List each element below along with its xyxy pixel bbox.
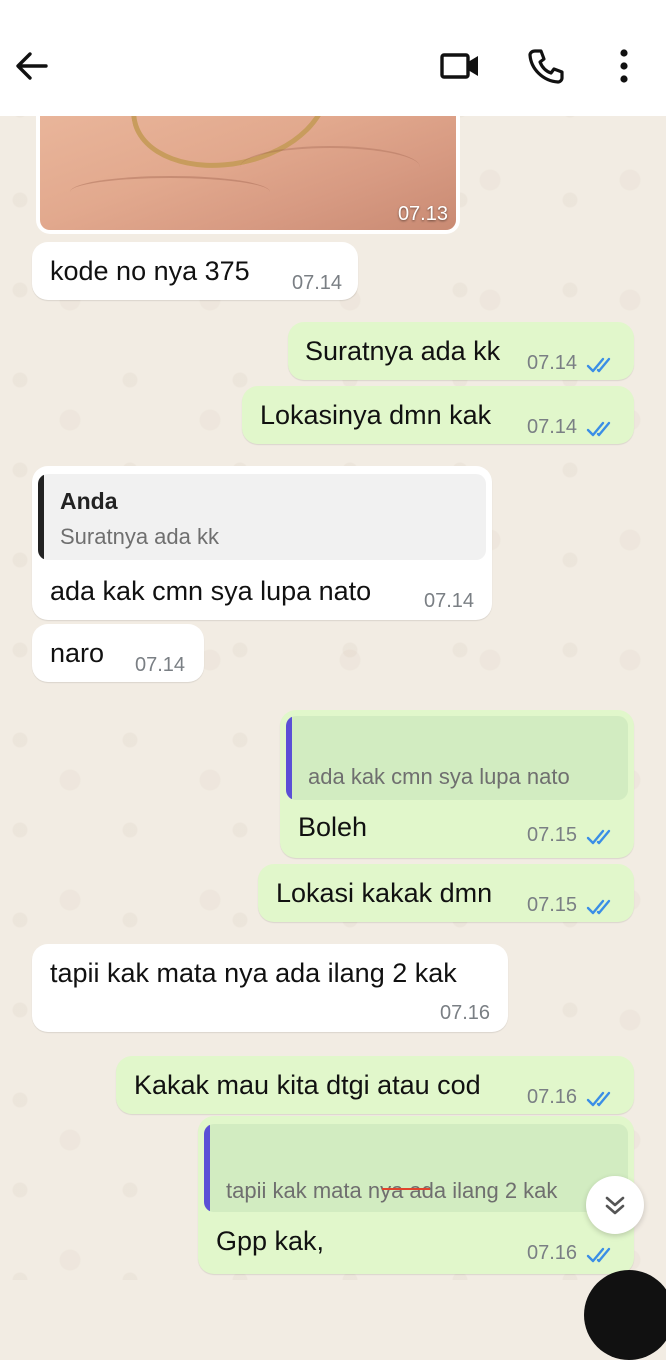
read-ticks-icon (586, 899, 611, 915)
floating-action-button[interactable] (584, 1270, 666, 1360)
quote-text: ada kak cmn sya lupa nato (308, 764, 570, 789)
read-ticks-icon (586, 357, 611, 373)
message-list[interactable]: 07.13 kode no nya 375 07.14 Suratnya ada… (0, 116, 666, 1280)
double-chevron-down-icon (605, 1196, 625, 1215)
arrow-left-icon[interactable] (12, 48, 52, 84)
message-text: Boleh (298, 812, 368, 842)
ring-photo[interactable] (40, 116, 456, 230)
outgoing-message[interactable]: Lokasi kakak dmn 07.15 (258, 864, 634, 922)
message-time: 07.15 (527, 894, 578, 916)
message-text: Kakak mau kita dtgi atau cod (134, 1070, 481, 1100)
quote-bar (204, 1124, 210, 1212)
chat-header (0, 0, 666, 116)
text-highlight-mark (382, 1188, 430, 1190)
read-ticks-icon (586, 1091, 611, 1107)
message-text: Suratnya ada kk (305, 336, 501, 366)
message-text: tapii kak mata nya ada ilang 2 kak (50, 958, 457, 988)
message-text: Gpp kak, (216, 1226, 325, 1256)
incoming-reply-message[interactable]: Anda Suratnya ada kk ada kak cmn sya lup… (32, 466, 492, 620)
message-time: 07.16 (527, 1086, 578, 1108)
quote-text: tapii kak mata nya ada ilang 2 kak (226, 1178, 558, 1203)
message-time: 07.14 (527, 416, 578, 438)
message-time: 07.15 (527, 824, 578, 846)
message-time: 07.13 (397, 203, 448, 225)
outgoing-reply-message[interactable]: tapii kak mata nya ada ilang 2 kak Gpp k… (198, 1116, 634, 1274)
read-ticks-icon (586, 421, 611, 437)
read-ticks-icon (586, 829, 611, 845)
incoming-message[interactable]: naro 07.14 (32, 624, 204, 682)
incoming-message[interactable]: kode no nya 375 07.14 (32, 242, 358, 300)
message-text: kode no nya 375 (50, 256, 250, 286)
image-message[interactable]: 07.13 (36, 116, 460, 234)
outgoing-message[interactable]: Kakak mau kita dtgi atau cod 07.16 (116, 1056, 634, 1114)
quote-text: Suratnya ada kk (60, 524, 219, 549)
phone-icon[interactable] (526, 46, 566, 86)
quoted-message[interactable]: Anda Suratnya ada kk (38, 474, 486, 560)
message-time: 07.16 (527, 1242, 578, 1264)
message-text: Lokasinya dmn kak (260, 400, 492, 430)
message-time: 07.14 (424, 590, 475, 612)
message-time: 07.14 (135, 654, 186, 676)
scroll-to-bottom-button[interactable] (586, 1176, 644, 1234)
message-time: 07.14 (292, 272, 343, 294)
quote-bar (286, 716, 292, 800)
video-call-icon[interactable] (438, 48, 482, 84)
more-vertical-icon[interactable] (610, 46, 638, 86)
message-text: ada kak cmn sya lupa nato (50, 576, 372, 606)
quoted-message[interactable]: tapii kak mata nya ada ilang 2 kak (204, 1124, 628, 1212)
message-text: Lokasi kakak dmn (276, 878, 493, 908)
message-text: naro (50, 638, 105, 668)
quoted-message[interactable]: ada kak cmn sya lupa nato (286, 716, 628, 800)
outgoing-reply-message[interactable]: ada kak cmn sya lupa nato Boleh 07.15 (280, 710, 634, 858)
read-ticks-icon (586, 1247, 611, 1263)
outgoing-message[interactable]: Suratnya ada kk 07.14 (288, 322, 634, 380)
message-time: 07.14 (527, 352, 578, 374)
outgoing-message[interactable]: Lokasinya dmn kak 07.14 (242, 386, 634, 444)
message-time: 07.16 (440, 1002, 491, 1024)
quote-author: Anda (60, 488, 118, 514)
quote-bar (38, 474, 44, 560)
incoming-message[interactable]: tapii kak mata nya ada ilang 2 kak 07.16 (32, 944, 508, 1032)
